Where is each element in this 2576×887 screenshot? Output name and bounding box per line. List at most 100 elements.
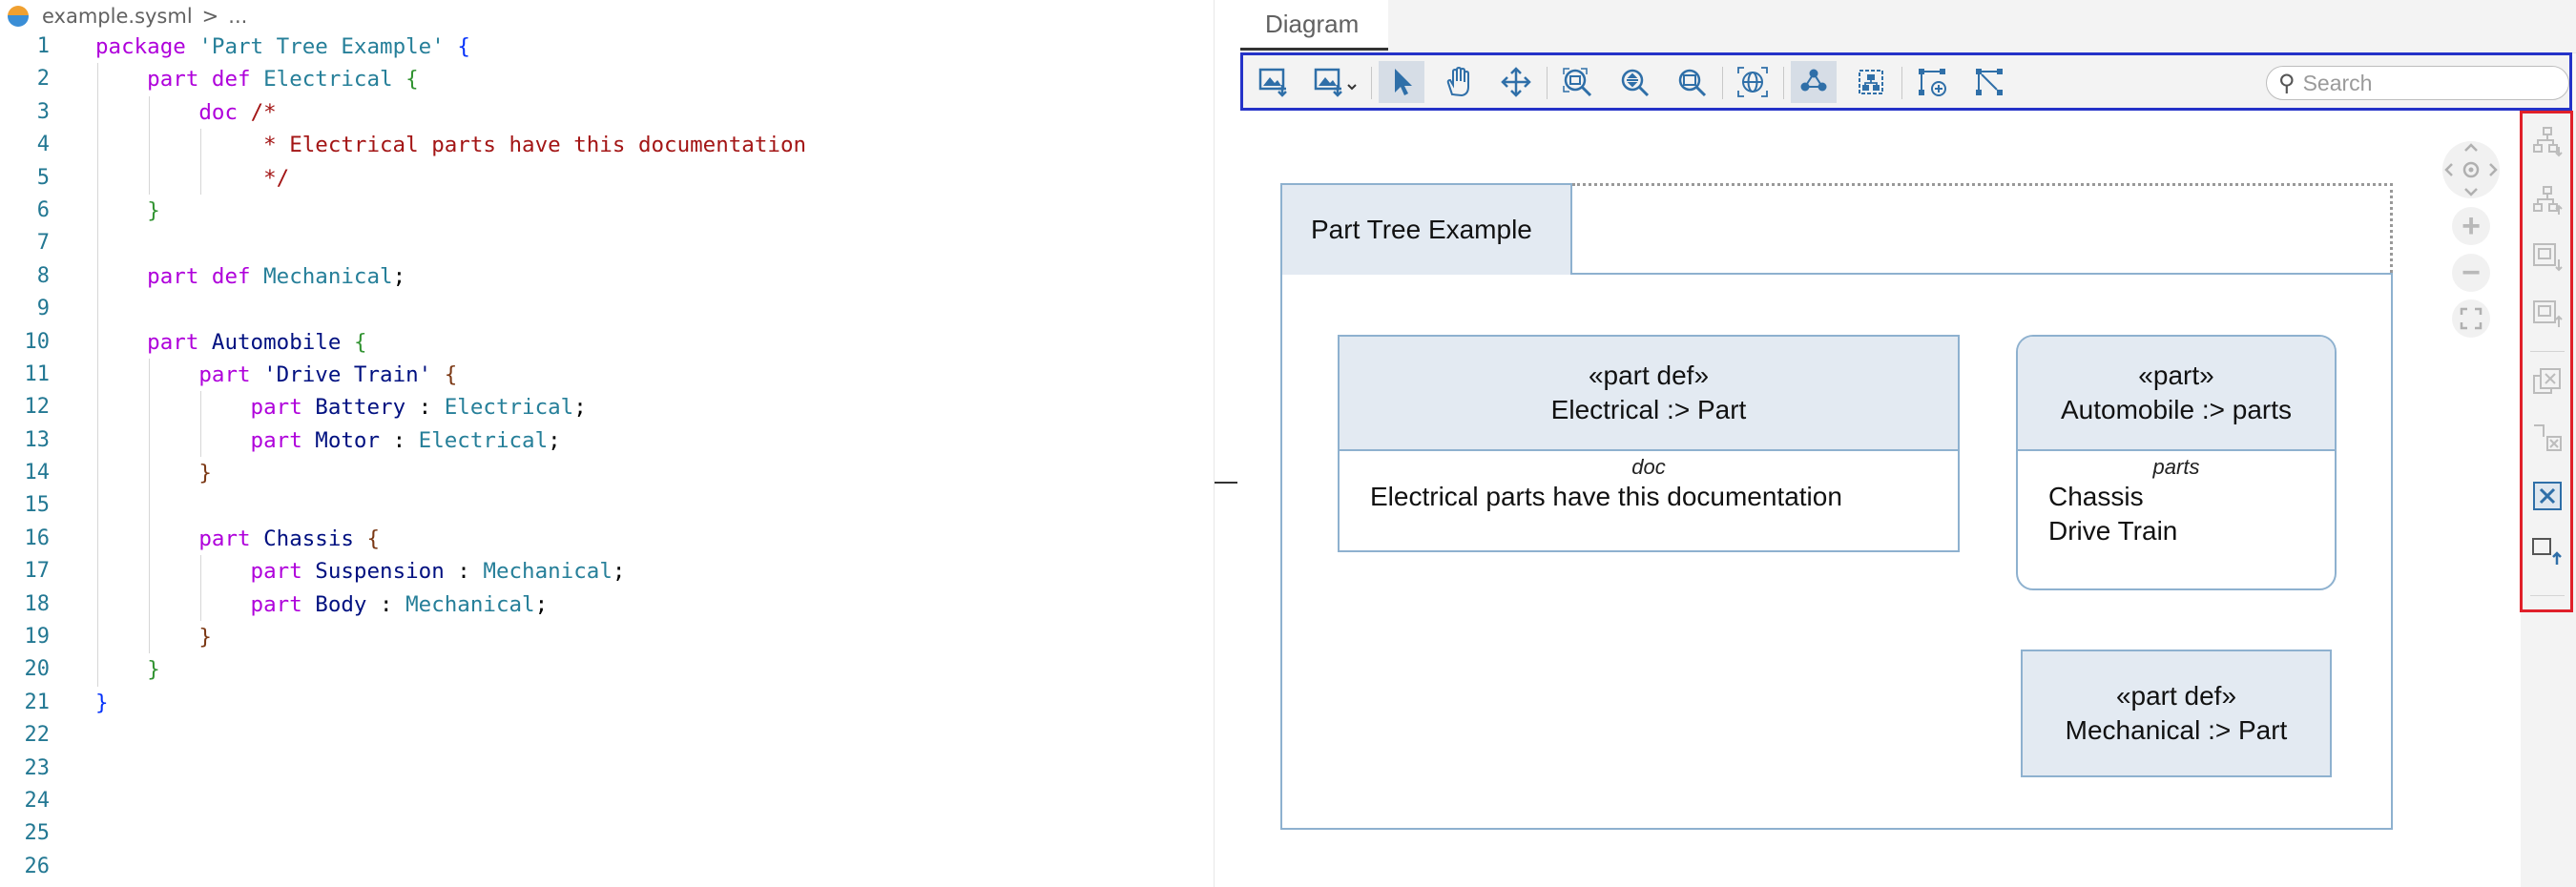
code-line[interactable]: 9 [0, 293, 1214, 326]
search-input[interactable] [2300, 69, 2544, 97]
code-line[interactable]: 10 part Automobile { [0, 325, 1214, 359]
indent-guide [97, 555, 98, 588]
code-token: part [95, 591, 316, 617]
code-token: Electrical [444, 395, 574, 421]
node-mechanical[interactable]: «part def» Mechanical :> Part [2021, 650, 2332, 777]
export-image-button[interactable] [1251, 61, 1297, 103]
code-line[interactable]: 19 } [0, 621, 1214, 654]
code-line[interactable]: 18 part Body : Mechanical; [0, 588, 1214, 622]
hierarchy-layout-button[interactable] [1848, 61, 1894, 103]
select-tool-button[interactable] [1379, 61, 1424, 103]
code-text: } [95, 195, 160, 227]
export-image-dropdown-button[interactable] [1308, 61, 1365, 103]
node-automobile-part-chassis: Chassis [2048, 482, 2144, 511]
line-number: 15 [24, 493, 51, 518]
code-line[interactable]: 26 [0, 851, 1214, 883]
code-token: */ [95, 165, 290, 191]
indent-guide [149, 588, 151, 622]
code-line[interactable]: 16 part Chassis { [0, 522, 1214, 556]
code-line[interactable]: 6 } [0, 194, 1214, 228]
code-line[interactable]: 12 part Battery : Electrical; [0, 391, 1214, 424]
code-line[interactable]: 8 part def Mechanical; [0, 259, 1214, 294]
code-text: part Motor : Electrical; [95, 424, 561, 457]
pan-navigator-control[interactable] [2441, 139, 2502, 200]
code-token: : [380, 427, 419, 453]
code-line[interactable]: 25 [0, 817, 1214, 850]
line-number: 2 [36, 67, 50, 92]
zoom-in-button[interactable]: + [2452, 207, 2490, 245]
add-node-button[interactable] [1909, 61, 1955, 103]
line-number: 10 [24, 329, 51, 354]
package-tab[interactable]: Part Tree Example [1280, 183, 1572, 275]
toolbar-separator [1371, 67, 1372, 99]
code-line[interactable]: 20 } [0, 653, 1214, 687]
indent-guide [97, 489, 98, 523]
code-text: } [95, 457, 212, 489]
node-electrical-doc-text: Electrical parts have this documentation [1370, 482, 1842, 511]
code-line[interactable]: 22 [0, 719, 1214, 752]
indent-guide [97, 227, 98, 260]
code-lines[interactable]: 1 package 'Part Tree Example' {2 part def… [0, 31, 1214, 883]
code-line[interactable]: 17 part Suspension : Mechanical; [0, 555, 1214, 588]
zoom-reset-button[interactable] [1669, 61, 1714, 103]
tab-diagram[interactable]: Diagram [1240, 0, 1388, 51]
node-electrical[interactable]: «part def» Electrical :> Part doc Electr… [1338, 335, 1960, 552]
code-line[interactable]: 3 doc /* [0, 95, 1214, 130]
indent-guide [149, 161, 151, 195]
split-sash-handle[interactable] [1215, 482, 1237, 484]
code-line[interactable]: 13 part Motor : Electrical; [0, 423, 1214, 458]
breadcrumb-file[interactable]: example.sysml [42, 5, 193, 28]
diagram-canvas[interactable]: Part Tree Example «part def» Electrical … [1240, 111, 2521, 887]
export-image-dropdown-icon [1314, 68, 1357, 97]
pan-tool-button[interactable] [1436, 61, 1482, 103]
indent-guide [97, 325, 98, 359]
code-line[interactable]: 15 [0, 489, 1214, 523]
global-view-button[interactable] [1730, 61, 1776, 103]
move-tool-button[interactable] [1493, 61, 1539, 103]
node-automobile-header: «part» Automobile :> parts [2018, 337, 2335, 451]
code-token: part def [95, 67, 264, 93]
code-line[interactable]: 23 [0, 753, 1214, 785]
toolbar-separator [1901, 67, 1902, 99]
line-number: 18 [24, 591, 51, 616]
connect-nodes-button[interactable] [1966, 61, 2012, 103]
search-box[interactable]: ⚲ [2266, 66, 2569, 100]
search-icon: ⚲ [2278, 70, 2296, 96]
code-token: part [95, 427, 316, 453]
code-line[interactable]: 1 package 'Part Tree Example' { [0, 31, 1214, 63]
zoom-to-fit-button[interactable] [1554, 61, 1600, 103]
sysml-file-icon [8, 6, 29, 27]
indent-guide [97, 391, 98, 424]
code-line[interactable]: 7 [0, 227, 1214, 260]
indent-guide [149, 423, 151, 458]
code-line[interactable]: 2 part def Electrical { [0, 63, 1214, 96]
code-token: part [95, 329, 212, 355]
pointer-icon [1395, 69, 1412, 95]
toolbar-separator [1722, 67, 1723, 99]
code-token: Mechanical [263, 263, 393, 289]
layout-button[interactable] [1791, 61, 1837, 103]
code-line[interactable]: 11 part 'Drive Train' { [0, 358, 1214, 392]
code-line[interactable]: 24 [0, 785, 1214, 817]
zoom-out-button[interactable]: − [2452, 254, 2490, 292]
code-line[interactable]: 4 * Electrical parts have this documenta… [0, 129, 1214, 162]
fit-screen-button[interactable] [2452, 299, 2490, 338]
code-token: ; [392, 263, 406, 289]
code-line[interactable]: 5 */ [0, 161, 1214, 195]
code-line[interactable]: 14 } [0, 457, 1214, 490]
line-number: 26 [24, 854, 51, 878]
indent-guide [149, 555, 151, 588]
code-token: part [95, 361, 264, 387]
indent-guide [97, 63, 98, 96]
code-text: package 'Part Tree Example' { [95, 31, 470, 63]
node-automobile[interactable]: «part» Automobile :> parts parts Chassis… [2016, 335, 2337, 590]
code-editor[interactable]: example.sysml > ... 1 package 'Part Tree … [0, 0, 1214, 887]
breadcrumb-rest[interactable]: ... [228, 5, 247, 28]
zoom-selection-button[interactable] [1611, 61, 1657, 103]
code-text: } [95, 653, 160, 686]
code-text: part def Mechanical; [95, 260, 405, 293]
code-text: part Automobile { [95, 326, 366, 359]
code-line[interactable]: 21} [0, 687, 1214, 719]
line-number: 12 [24, 395, 51, 420]
